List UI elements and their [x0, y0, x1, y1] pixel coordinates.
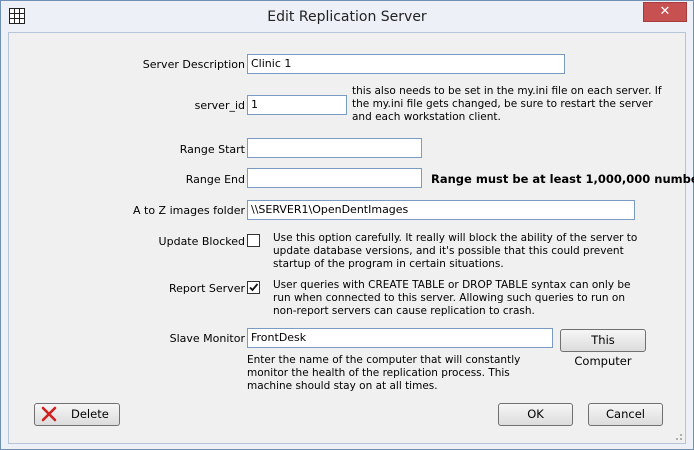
- close-button[interactable]: ✕: [643, 2, 687, 22]
- report-server-checkbox[interactable]: [247, 281, 260, 294]
- slave-monitor-input[interactable]: FrontDesk: [247, 328, 553, 348]
- delete-button-label: Delete: [71, 407, 109, 421]
- resize-grip-icon[interactable]: [673, 431, 683, 441]
- dialog-client-area: Server Description Clinic 1 server_id 1 …: [8, 32, 694, 444]
- range-end-note: Range must be at least 1,000,000 numbers…: [431, 172, 694, 186]
- range-end-label: Range End: [185, 173, 245, 186]
- dialog-window: Edit Replication Server ✕ Server Descrip…: [0, 0, 694, 450]
- range-start-input[interactable]: [247, 138, 422, 158]
- this-computer-button[interactable]: This Computer: [560, 329, 646, 368]
- server-description-input[interactable]: Clinic 1: [247, 54, 565, 74]
- server-description-label: Server Description: [142, 58, 245, 71]
- checkmark-icon: [249, 283, 259, 292]
- close-icon: ✕: [659, 4, 671, 19]
- slave-monitor-note: Enter the name of the computer that will…: [247, 354, 521, 392]
- slave-monitor-label: Slave Monitor: [169, 332, 245, 345]
- window-title: Edit Replication Server: [267, 9, 427, 25]
- range-end-input[interactable]: [247, 168, 422, 188]
- server-id-note: this also needs to be set in the my.ini …: [352, 85, 662, 123]
- cancel-button-label: Cancel: [606, 407, 645, 421]
- delete-button[interactable]: Delete: [34, 403, 120, 426]
- this-computer-button-label: This Computer: [574, 333, 632, 368]
- update-blocked-checkbox[interactable]: [247, 234, 260, 247]
- server-id-input[interactable]: 1: [247, 95, 347, 115]
- cancel-button[interactable]: Cancel: [588, 403, 663, 426]
- report-server-note: User queries with CREATE TABLE or DROP T…: [273, 279, 631, 317]
- title-bar[interactable]: Edit Replication Server ✕: [1, 1, 693, 32]
- report-server-label: Report Server: [168, 282, 245, 295]
- update-blocked-label: Update Blocked: [158, 235, 245, 248]
- server-id-label: server_id: [194, 99, 245, 112]
- red-x-icon: [41, 406, 57, 422]
- range-start-label: Range Start: [179, 143, 245, 156]
- images-folder-label: A to Z images folder: [132, 204, 245, 217]
- ok-button-label: OK: [527, 407, 544, 421]
- ok-button[interactable]: OK: [498, 403, 573, 426]
- update-blocked-note: Use this option carefully. It really wil…: [273, 232, 638, 270]
- images-folder-input[interactable]: \\SERVER1\OpenDentImages: [247, 200, 635, 220]
